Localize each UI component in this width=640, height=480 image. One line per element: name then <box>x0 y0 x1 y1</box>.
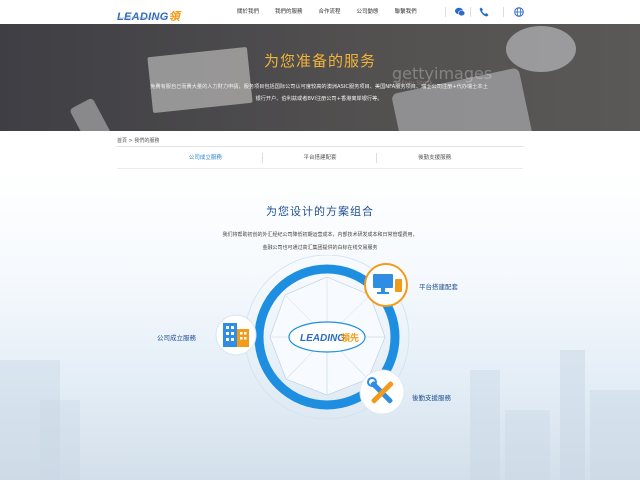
logo-tagline: YOUR TRUSTED PARTNER IN BUSINESS <box>117 17 166 20</box>
building-icon <box>223 323 237 347</box>
header-divider <box>445 7 446 17</box>
hero-overlay <box>0 24 640 131</box>
tab-label: 後勤支援服務 <box>418 155 452 161</box>
breadcrumb-separator: > <box>128 138 133 144</box>
breadcrumb-current: 我們的服務 <box>134 138 160 144</box>
breadcrumb: 首頁 > 我們的服務 <box>117 137 159 144</box>
skyline-building <box>470 370 500 480</box>
globe-icon[interactable] <box>513 6 525 18</box>
hero-title: 为您准备的服务 <box>263 52 376 70</box>
service-label-company-setup[interactable]: 公司成立服務 <box>157 332 196 342</box>
nav-item-services[interactable]: 我們的服務 <box>267 0 311 24</box>
breadcrumb-divider <box>117 146 523 147</box>
description-line: 我们将帮助初创的外汇经纪公司降低初期运营成本，内部技术研发成本和日常管理费用， <box>222 232 418 238</box>
tab-label: 平台搭建配套 <box>303 155 337 161</box>
diagram-graphic: LEADING 領先 <box>215 254 410 420</box>
tab-backoffice-support[interactable]: 後勤支援服務 <box>377 148 492 168</box>
service-tabs: 公司成立服務 平台搭建配套 後勤支援服務 <box>148 148 492 168</box>
nav-item-contact[interactable]: 聯繫我們 <box>387 0 425 24</box>
solution-diagram: LEADING 領先 公司成立服務 平台搭建配套 後勤支援服務 <box>157 254 458 470</box>
nav-item-about[interactable]: 關於我們 <box>229 0 267 24</box>
node-platform-setup <box>364 263 408 307</box>
service-label-platform-setup[interactable]: 平台搭建配套 <box>419 281 458 291</box>
node-company-setup <box>215 314 257 356</box>
skyline-building <box>40 400 80 480</box>
service-label-backoffice-support[interactable]: 後勤支援服務 <box>412 392 451 402</box>
phone-icon[interactable] <box>478 6 490 18</box>
skyline-building <box>560 350 585 480</box>
wechat-icon[interactable] <box>454 6 466 18</box>
section-description: 我们将帮助初创的外汇经纪公司降低初期运营成本，内部技术研发成本和日常管理费用， … <box>160 229 480 255</box>
main-nav: 關於我們 我們的服務 合作流程 公司動態 聯繫我們 <box>229 0 425 24</box>
tab-platform-setup[interactable]: 平台搭建配套 <box>263 148 378 168</box>
center-logo-accent: 領先 <box>341 332 359 344</box>
tab-company-setup[interactable]: 公司成立服務 <box>148 148 263 168</box>
top-header: LEADING領先 YOUR TRUSTED PARTNER IN BUSINE… <box>0 0 640 42</box>
node-backoffice-support <box>359 369 405 415</box>
nav-item-news[interactable]: 公司動態 <box>349 0 387 24</box>
computer-phone-icon <box>373 274 393 288</box>
skyline-building <box>505 410 550 480</box>
description-line: 金融公司也可通过高汇集团提供的白标在线交易服务 <box>262 245 378 251</box>
hero-description: 免費有服自己而費大量的人力財力申請，服务项目包括国际公司认可度较高的澳洲ASIC… <box>150 84 488 102</box>
hero-banner: gettyimages Gallery Stock 为您准备的服务 免費有服自己… <box>0 24 640 131</box>
breadcrumb-home[interactable]: 首頁 <box>117 138 127 144</box>
tabs-divider <box>117 168 523 169</box>
nav-item-process[interactable]: 合作流程 <box>311 0 349 24</box>
section-title: 为您设计的方案组合 <box>266 205 374 218</box>
skyline-building <box>590 390 640 480</box>
solutions-section: 为您设计的方案组合 我们将帮助初创的外汇经纪公司降低初期运营成本，内部技术研发成… <box>0 170 640 480</box>
tab-label: 公司成立服務 <box>188 155 222 161</box>
center-logo-text: LEADING <box>300 333 345 344</box>
header-divider <box>470 7 471 17</box>
site-logo[interactable]: LEADING領先 YOUR TRUSTED PARTNER IN BUSINE… <box>117 5 187 42</box>
header-divider <box>503 7 504 17</box>
